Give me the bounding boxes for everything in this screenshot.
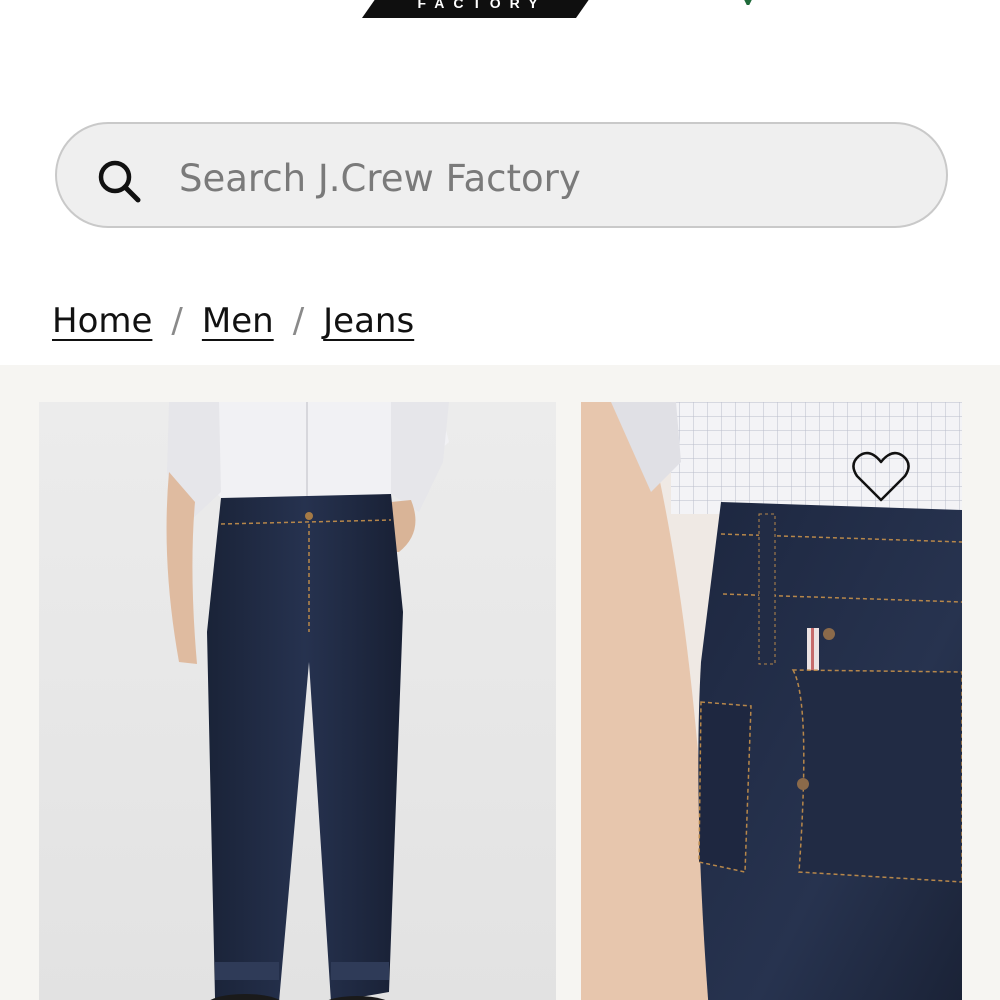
leaf-icon [738, 0, 758, 8]
breadcrumb-separator: / [292, 301, 305, 341]
search-input[interactable] [177, 142, 901, 214]
search-icon [95, 157, 143, 205]
logo-text: FACTORY [417, 0, 547, 11]
heart-icon[interactable] [851, 450, 911, 504]
product-gallery [0, 365, 1000, 1000]
search-bar[interactable] [55, 122, 948, 228]
breadcrumb-home[interactable]: Home [52, 301, 152, 341]
breadcrumb-men[interactable]: Men [202, 301, 274, 341]
breadcrumb-jeans[interactable]: Jeans [323, 301, 414, 341]
jcrew-factory-logo[interactable]: FACTORY [362, 0, 590, 18]
breadcrumb: Home / Men / Jeans [52, 296, 414, 346]
page: FACTORY Home / Men / Jeans [0, 0, 1000, 1000]
product-image-front[interactable] [39, 402, 556, 1000]
breadcrumb-separator: / [171, 301, 183, 341]
